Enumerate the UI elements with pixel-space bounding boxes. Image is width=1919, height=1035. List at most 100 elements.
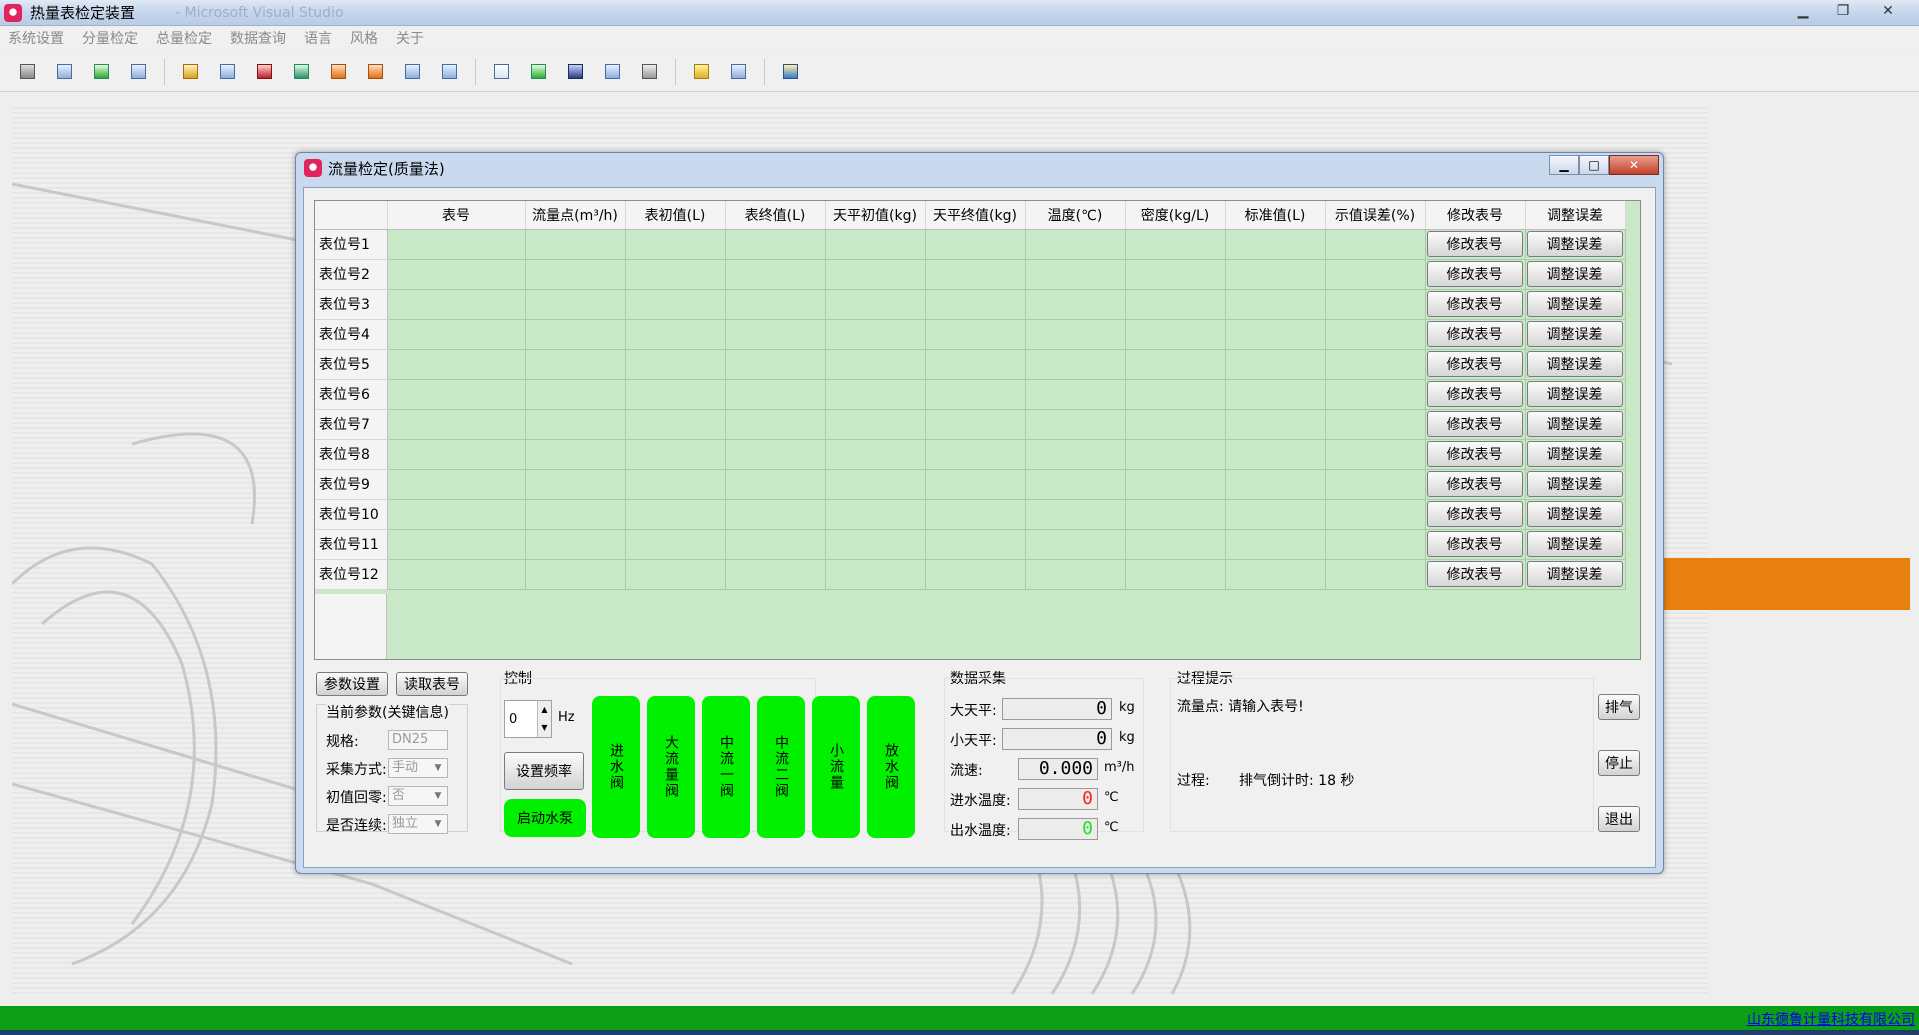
data-cell[interactable] [925, 289, 1026, 320]
data-cell[interactable] [525, 289, 626, 320]
data-cell[interactable] [1325, 379, 1426, 410]
data-cell[interactable] [925, 319, 1026, 350]
data-cell[interactable] [825, 439, 926, 470]
adjust-error-button[interactable]: 调整误差 [1526, 291, 1623, 317]
edit-icon[interactable] [601, 61, 623, 83]
small-flow-valve-button[interactable]: 小流量 [812, 696, 860, 838]
page-icon[interactable] [490, 61, 512, 83]
data-cell[interactable] [1125, 319, 1226, 350]
data-cell[interactable] [825, 379, 926, 410]
data-cell[interactable] [387, 259, 526, 290]
menu-data-query[interactable]: 数据查询 [230, 28, 286, 48]
modify-meter-number-button[interactable]: 修改表号 [1426, 381, 1523, 407]
data-cell[interactable] [825, 349, 926, 380]
maximize-button[interactable]: ❐ [1823, 0, 1863, 22]
data-cell[interactable] [525, 259, 626, 290]
menu-style[interactable]: 风格 [350, 28, 378, 48]
modify-meter-number-button[interactable]: 修改表号 [1426, 471, 1523, 497]
data-cell[interactable] [825, 529, 926, 560]
data-cell[interactable] [625, 559, 726, 590]
data-cell[interactable] [725, 499, 826, 530]
image-icon[interactable] [727, 61, 749, 83]
spec-field[interactable]: DN25 [388, 730, 448, 750]
data-cell[interactable] [725, 379, 826, 410]
data-cell[interactable] [925, 259, 1026, 290]
record-icon[interactable] [253, 61, 275, 83]
data-cell[interactable] [725, 289, 826, 320]
modify-meter-number-button[interactable]: 修改表号 [1426, 531, 1523, 557]
frequency-spinner[interactable]: 0 ▲ ▼ [504, 700, 552, 738]
close-button[interactable]: ✕ [1863, 0, 1913, 22]
data-cell[interactable] [1225, 439, 1326, 470]
data-cell[interactable] [825, 319, 926, 350]
data-cell[interactable] [725, 469, 826, 500]
data-cell[interactable] [1325, 229, 1426, 260]
mode-select[interactable]: 手动 ▼ [388, 758, 448, 778]
data-cell[interactable] [1025, 349, 1126, 380]
data-cell[interactable] [725, 439, 826, 470]
data-cell[interactable] [525, 529, 626, 560]
stop-button[interactable]: 停止 [1598, 750, 1640, 776]
adjust-error-button[interactable]: 调整误差 [1526, 471, 1623, 497]
up-arrow-icon[interactable] [527, 61, 549, 83]
data-cell[interactable] [1025, 439, 1126, 470]
exit-icon[interactable] [779, 61, 801, 83]
column-header[interactable]: 修改表号 [1425, 201, 1526, 230]
spin-up-icon[interactable]: ▲ [537, 701, 551, 719]
data-cell[interactable] [625, 439, 726, 470]
column-header[interactable]: 温度(℃) [1025, 201, 1126, 230]
company-link[interactable]: 山东德鲁计量科技有限公司 [1747, 1009, 1915, 1029]
data-cell[interactable] [825, 409, 926, 440]
data-cell[interactable] [387, 559, 526, 590]
data-cell[interactable] [1125, 349, 1226, 380]
data-cell[interactable] [825, 289, 926, 320]
data-cell[interactable] [1225, 469, 1326, 500]
minimize-button[interactable]: ▁ [1783, 0, 1823, 22]
data-cell[interactable] [387, 229, 526, 260]
data-cell[interactable] [1025, 559, 1126, 590]
table-icon[interactable] [216, 61, 238, 83]
data-cell[interactable] [1125, 409, 1226, 440]
data-cell[interactable] [387, 349, 526, 380]
data-cell[interactable] [725, 259, 826, 290]
data-cell[interactable] [825, 499, 926, 530]
modify-meter-number-button[interactable]: 修改表号 [1426, 261, 1523, 287]
data-cell[interactable] [625, 259, 726, 290]
adjust-error-button[interactable]: 调整误差 [1526, 321, 1623, 347]
data-cell[interactable] [525, 319, 626, 350]
data-cell[interactable] [1325, 349, 1426, 380]
data-cell[interactable] [1225, 349, 1326, 380]
data-cell[interactable] [1125, 289, 1226, 320]
data-cell[interactable] [1125, 529, 1226, 560]
doc-icon[interactable] [401, 61, 423, 83]
modify-meter-number-button[interactable]: 修改表号 [1426, 441, 1523, 467]
column-header[interactable]: 表号 [387, 201, 526, 230]
data-cell[interactable] [1125, 559, 1226, 590]
data-cell[interactable] [1225, 529, 1326, 560]
data-cell[interactable] [625, 229, 726, 260]
mid-flow-valve-1-button[interactable]: 中流一阀 [702, 696, 750, 838]
column-header[interactable]: 天平初值(kg) [825, 201, 926, 230]
data-cell[interactable] [1025, 469, 1126, 500]
data-cell[interactable] [925, 409, 1026, 440]
data-cell[interactable] [625, 529, 726, 560]
start-pump-button[interactable]: 启动水泵 [504, 799, 586, 837]
data-cell[interactable] [1225, 289, 1326, 320]
data-cell[interactable] [925, 229, 1026, 260]
data-cell[interactable] [1025, 289, 1126, 320]
modify-meter-number-button[interactable]: 修改表号 [1426, 501, 1523, 527]
data-cell[interactable] [1025, 229, 1126, 260]
folder-icon[interactable] [690, 61, 712, 83]
data-cell[interactable] [525, 499, 626, 530]
data-cell[interactable] [1025, 409, 1126, 440]
data-cell[interactable] [725, 319, 826, 350]
data-cell[interactable] [625, 319, 726, 350]
db-icon[interactable] [179, 61, 201, 83]
menu-total-verify[interactable]: 总量检定 [156, 28, 212, 48]
data-cell[interactable] [525, 379, 626, 410]
data-cell[interactable] [925, 559, 1026, 590]
modify-meter-number-button[interactable]: 修改表号 [1426, 231, 1523, 257]
data-cell[interactable] [825, 469, 926, 500]
column-header[interactable]: 天平终值(kg) [925, 201, 1026, 230]
data-cell[interactable] [1125, 499, 1226, 530]
